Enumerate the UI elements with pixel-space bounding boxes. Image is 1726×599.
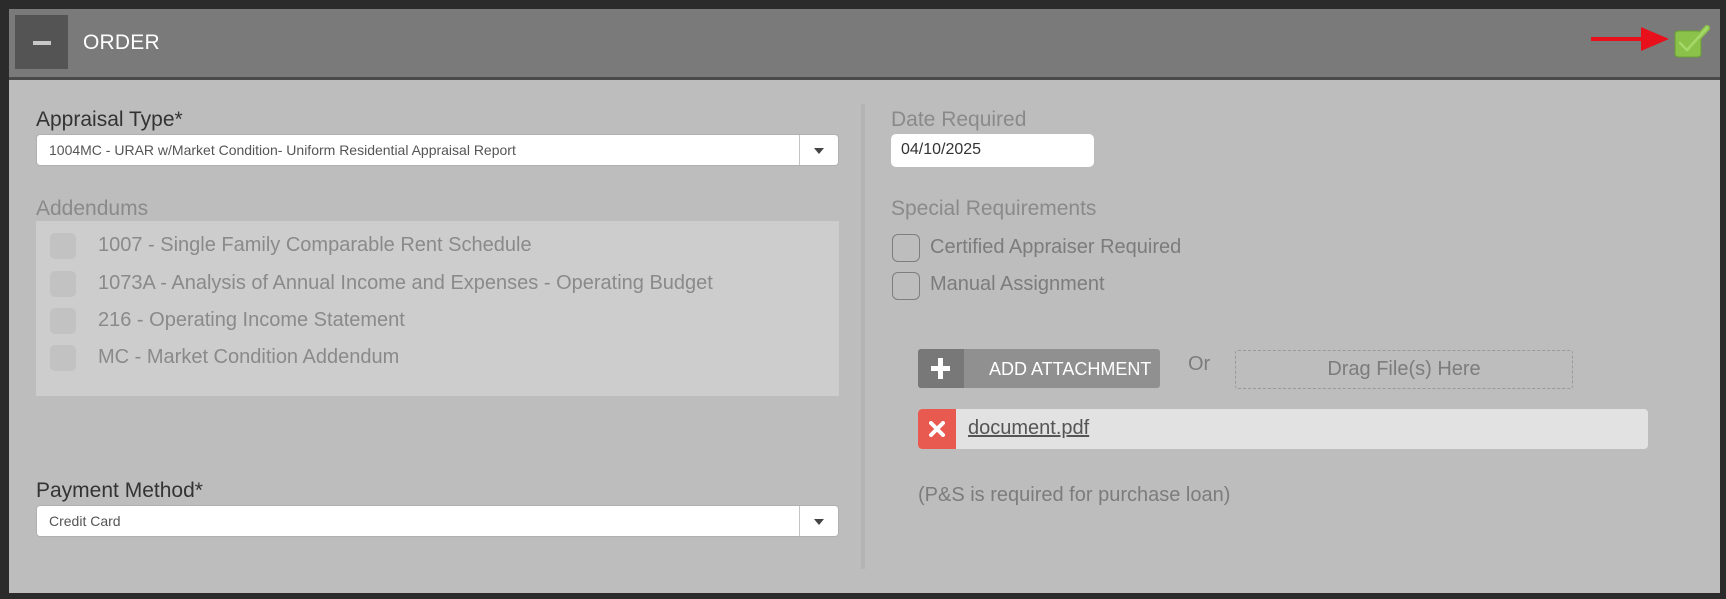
appraisal-type-select[interactable]: 1004MC - URAR w/Market Condition- Unifor… bbox=[36, 134, 839, 166]
payment-method-label: Payment Method* bbox=[36, 479, 203, 502]
addendum-label: 216 - Operating Income Statement bbox=[98, 309, 405, 331]
attached-file-row: document.pdf bbox=[918, 409, 1648, 449]
addendums-label: Addendums bbox=[36, 197, 149, 220]
special-requirements-label: Special Requirements bbox=[891, 197, 1097, 220]
appraisal-type-label: Appraisal Type* bbox=[36, 108, 183, 131]
order-panel: ORDER Appraisal Type* 1004MC - URAR w/Ma… bbox=[9, 9, 1720, 593]
caret-down-icon bbox=[814, 148, 824, 154]
appraisal-type-value: 1004MC - URAR w/Market Condition- Unifor… bbox=[49, 142, 516, 158]
payment-method-select[interactable]: Credit Card bbox=[36, 505, 839, 537]
caret-down-icon bbox=[814, 519, 824, 525]
certified-appraiser-label: Certified Appraiser Required bbox=[930, 236, 1182, 258]
plus-icon bbox=[918, 349, 964, 388]
addendum-checkbox-disabled bbox=[50, 233, 76, 259]
addendum-checkbox-disabled bbox=[50, 271, 76, 297]
remove-file-button[interactable] bbox=[918, 409, 956, 449]
section-title: ORDER bbox=[83, 31, 160, 54]
date-required-label: Date Required bbox=[891, 108, 1027, 131]
purchase-loan-note: (P&S is required for purchase loan) bbox=[918, 484, 1231, 506]
or-separator: Or bbox=[1188, 353, 1211, 375]
minus-icon bbox=[33, 41, 51, 45]
payment-method-dropdown-toggle[interactable] bbox=[799, 506, 838, 536]
manual-assignment-checkbox[interactable] bbox=[892, 272, 920, 300]
addendum-label: MC - Market Condition Addendum bbox=[98, 346, 400, 368]
payment-method-value: Credit Card bbox=[49, 513, 121, 529]
checkbox-checked-icon[interactable] bbox=[1674, 25, 1710, 59]
addendum-checkbox-disabled bbox=[50, 345, 76, 371]
collapse-button[interactable] bbox=[15, 15, 68, 69]
date-required-value: 04/10/2025 bbox=[901, 141, 982, 158]
manual-assignment-label: Manual Assignment bbox=[930, 273, 1105, 295]
add-attachment-label: ADD ATTACHMENT bbox=[989, 359, 1152, 379]
column-divider bbox=[861, 104, 865, 569]
addendums-list: 1007 - Single Family Comparable Rent Sch… bbox=[36, 221, 839, 396]
addendum-checkbox-disabled bbox=[50, 308, 76, 334]
certified-appraiser-checkbox[interactable] bbox=[892, 234, 920, 262]
dropzone-label: Drag File(s) Here bbox=[1327, 358, 1481, 380]
add-attachment-button[interactable]: ADD ATTACHMENT bbox=[918, 349, 1160, 388]
appraisal-type-dropdown-toggle[interactable] bbox=[799, 135, 838, 165]
date-required-input[interactable]: 04/10/2025 bbox=[891, 134, 1094, 167]
file-dropzone[interactable]: Drag File(s) Here bbox=[1235, 350, 1573, 389]
red-arrow-icon bbox=[1591, 27, 1669, 51]
attached-file-link[interactable]: document.pdf bbox=[968, 417, 1089, 440]
order-header: ORDER bbox=[9, 9, 1720, 80]
addendum-label: 1007 - Single Family Comparable Rent Sch… bbox=[98, 234, 532, 256]
close-icon bbox=[929, 421, 945, 437]
addendum-label: 1073A - Analysis of Annual Income and Ex… bbox=[98, 272, 713, 294]
